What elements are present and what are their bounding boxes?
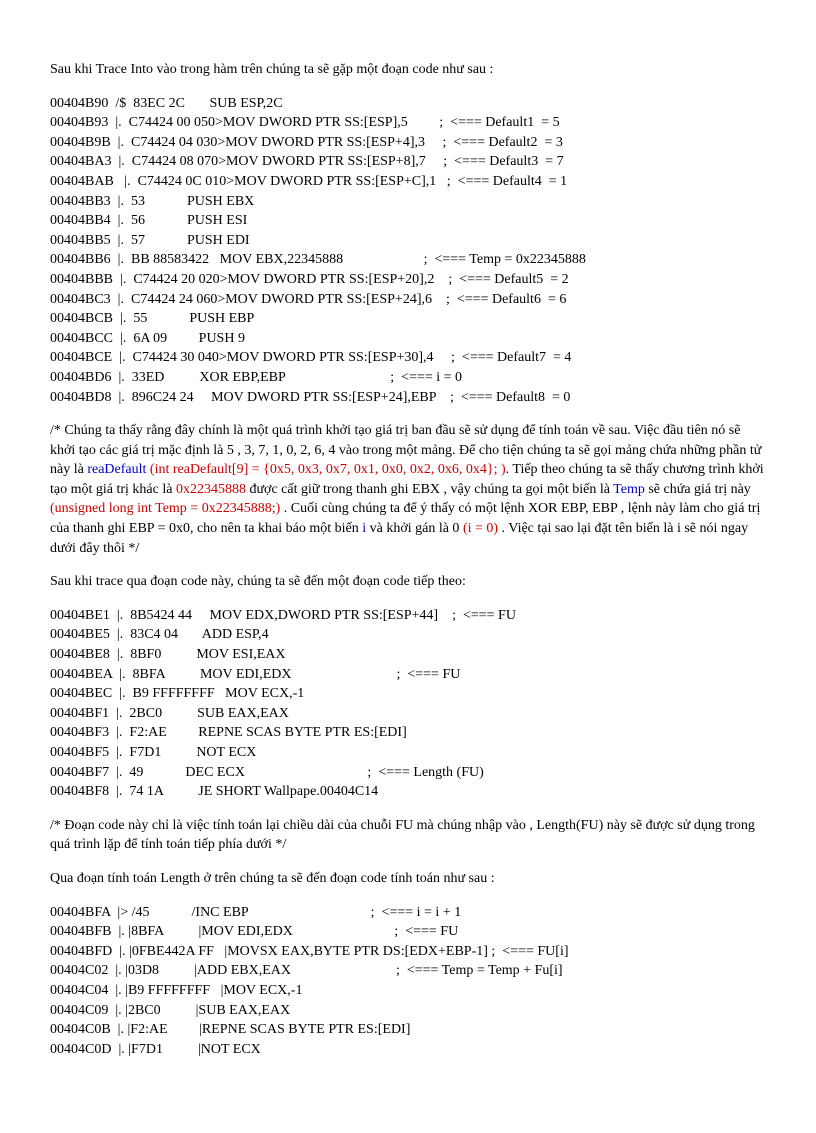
asm-code-block-2: 00404BE1 |. 8B5424 44 MOV EDX,DWORD PTR …	[50, 606, 766, 802]
i-init: (i = 0)	[463, 521, 498, 536]
text: được cất giữ trong thanh ghi EBX , vậy c…	[246, 482, 613, 497]
intro-paragraph-3: Qua đoạn tính toán Length ở trên chúng t…	[50, 869, 766, 889]
asm-code-block-3: 00404BFA |> /45 /INC EBP ; <=== i = i + …	[50, 903, 766, 1060]
reaDefault-decl: (int reaDefault[9] = {0x5, 0x3, 0x7, 0x1…	[146, 462, 505, 477]
text: và khởi gán là 0	[366, 521, 463, 536]
hex-value: 0x22345888	[176, 482, 246, 497]
asm-code-block-1: 00404B90 /$ 83EC 2C SUB ESP,2C 00404B93 …	[50, 94, 766, 408]
text: sẽ chứa giá trị này	[645, 482, 751, 497]
var-reaDefault: reaDefault	[87, 462, 146, 477]
explanation-paragraph-1: /* Chúng ta thấy rằng đây chính là một q…	[50, 421, 766, 558]
temp-decl: (unsigned long int Temp = 0x22345888;)	[50, 501, 280, 516]
intro-paragraph-1: Sau khi Trace Into vào trong hàm trên ch…	[50, 60, 766, 80]
var-temp: Temp	[613, 482, 645, 497]
intro-paragraph-2: Sau khi trace qua đoạn code này, chúng t…	[50, 572, 766, 592]
explanation-paragraph-2: /* Đoạn code này chỉ là việc tính toán l…	[50, 816, 766, 855]
